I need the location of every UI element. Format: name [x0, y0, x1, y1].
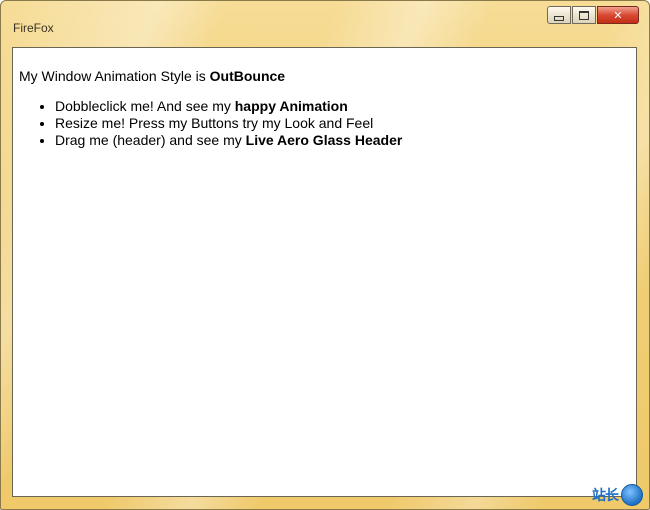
watermark-text: 站长 [592, 488, 619, 504]
window-controls: ✕ [547, 6, 639, 24]
minimize-button[interactable] [547, 6, 571, 24]
list-item-bold: happy Animation [234, 98, 348, 114]
window-title: FireFox [13, 21, 54, 35]
app-window: FireFox ✕ My Window Animation Style is O… [0, 0, 650, 510]
close-button[interactable]: ✕ [597, 6, 639, 24]
list-item: Dobbleclick me! And see my happy Animati… [55, 98, 402, 115]
maximize-icon [579, 10, 589, 20]
instruction-list: Dobbleclick me! And see my happy Animati… [13, 98, 402, 149]
list-item-text: Resize me! Press my Buttons try my Look … [55, 115, 374, 131]
list-item-text: Drag me (header) and see my [55, 132, 246, 148]
list-item: Drag me (header) and see my Live Aero Gl… [55, 132, 402, 149]
watermark-logo: 站长 [592, 483, 643, 507]
title-bar[interactable]: FireFox ✕ [1, 1, 649, 45]
list-item: Resize me! Press my Buttons try my Look … [55, 115, 402, 132]
list-item-bold: Live Aero Glass Header [245, 132, 403, 148]
intro-prefix: My Window Animation Style is [19, 68, 210, 84]
list-item-text: Dobbleclick me! And see my [55, 98, 235, 114]
close-icon: ✕ [613, 8, 623, 22]
minimize-icon [554, 15, 564, 21]
intro-line: My Window Animation Style is OutBounce [19, 68, 285, 84]
animation-style-name: OutBounce [209, 68, 286, 84]
logo-circle-icon [621, 484, 643, 506]
maximize-button[interactable] [572, 6, 596, 24]
content-area: My Window Animation Style is OutBounce D… [12, 47, 637, 497]
